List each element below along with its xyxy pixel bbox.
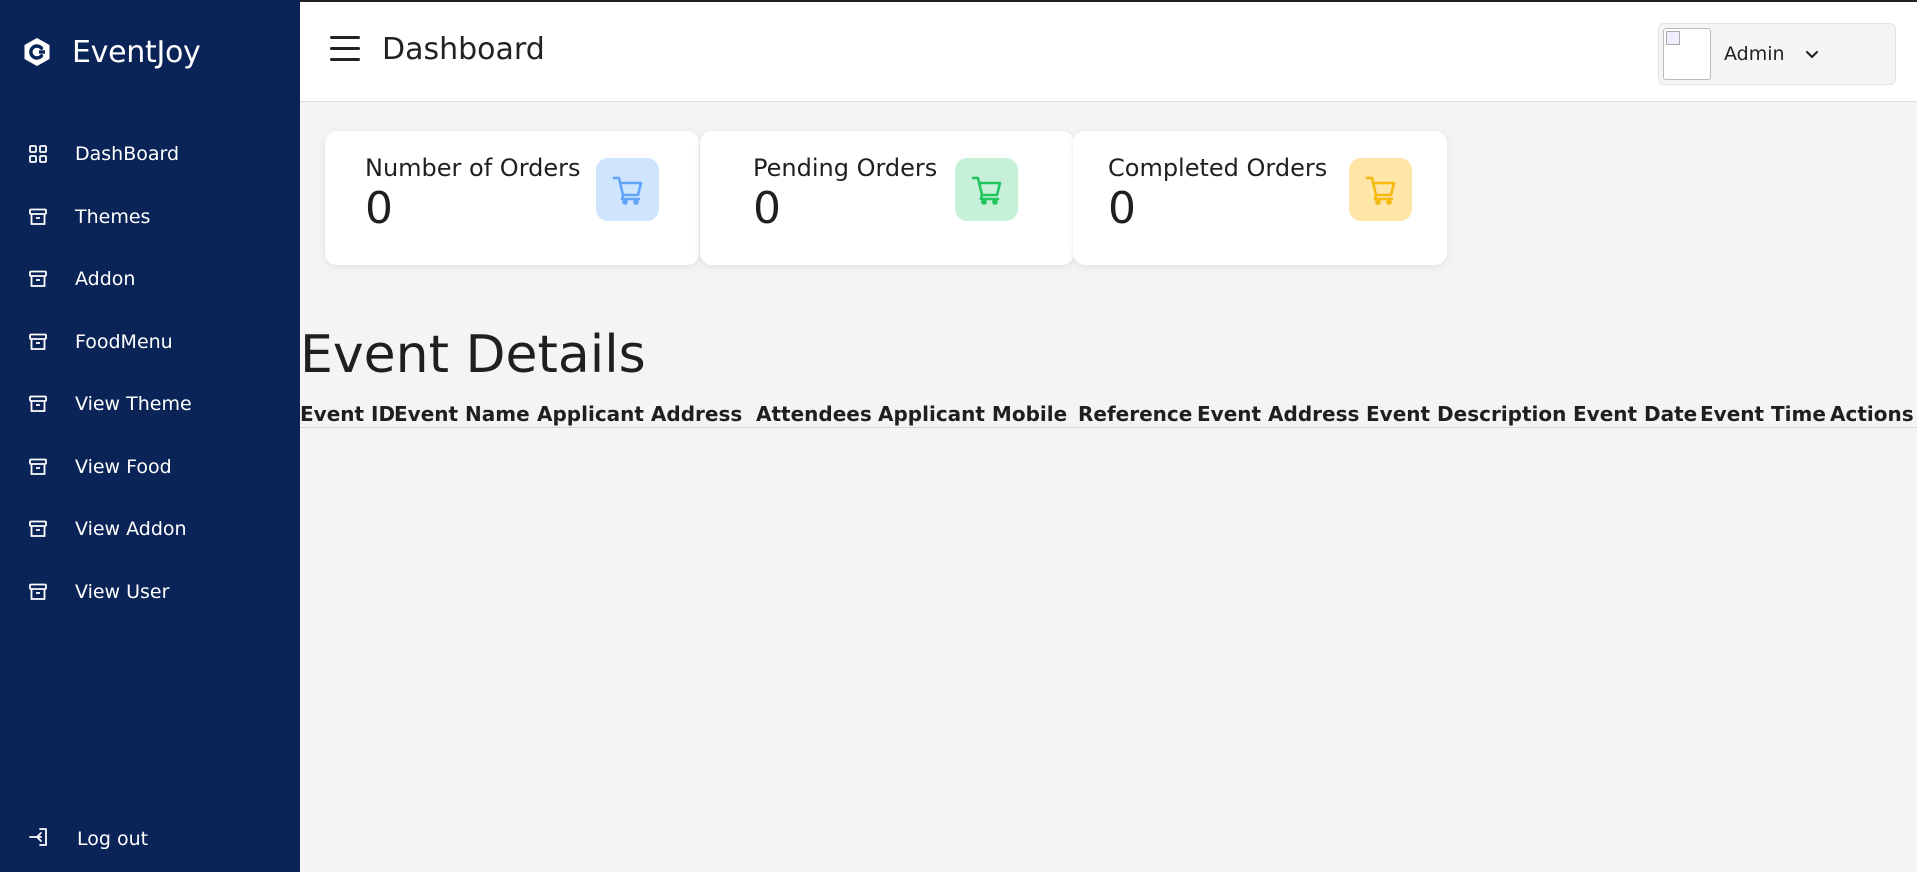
- grid-icon: [28, 144, 48, 164]
- page-title: Dashboard: [382, 32, 545, 67]
- sidebar: EventJoy DashBoard Themes Addon FoodMenu…: [0, 0, 300, 872]
- stat-card-value: 0: [1108, 183, 1136, 234]
- cart-icon-box: [955, 158, 1018, 221]
- stat-card-title: Number of Orders: [365, 154, 581, 182]
- column-header-event-description[interactable]: Event Description: [1366, 402, 1566, 426]
- user-name: Admin: [1724, 43, 1785, 65]
- cart-icon: [971, 176, 1001, 205]
- sidebar-item-themes[interactable]: Themes: [0, 186, 300, 249]
- brand-name: EventJoy: [72, 34, 201, 70]
- logout-label: Log out: [77, 828, 149, 850]
- column-header-reference[interactable]: Reference: [1078, 402, 1192, 426]
- column-header-attendees[interactable]: Attendees: [756, 402, 872, 426]
- archive-icon: [28, 457, 48, 477]
- cart-icon-box: [596, 158, 659, 221]
- stat-card-value: 0: [365, 183, 393, 234]
- chevron-down-icon: [1805, 51, 1818, 58]
- sidebar-item-label: View User: [75, 580, 170, 603]
- archive-icon: [28, 394, 48, 414]
- sidebar-item-label: View Theme: [75, 393, 192, 416]
- stat-card-pending-orders: Pending Orders 0: [700, 131, 1074, 265]
- hamburger-line: [330, 36, 360, 39]
- stat-card-title: Completed Orders: [1108, 154, 1328, 182]
- column-header-event-time[interactable]: Event Time: [1700, 402, 1826, 426]
- archive-icon: [28, 332, 48, 352]
- column-header-applicant-mobile[interactable]: Applicant Mobile: [878, 402, 1067, 426]
- archive-icon: [28, 207, 48, 227]
- column-header-applicant-address[interactable]: Applicant Address: [537, 402, 742, 426]
- sidebar-item-view-user[interactable]: View User: [0, 561, 300, 624]
- sidebar-item-dashboard[interactable]: DashBoard: [0, 123, 300, 186]
- stat-card-value: 0: [753, 183, 781, 234]
- sidebar-item-label: View Food: [75, 455, 172, 478]
- brand[interactable]: EventJoy: [22, 32, 201, 72]
- archive-icon: [28, 582, 48, 602]
- event-table-header: Event ID Event Name Applicant Address At…: [300, 396, 1917, 428]
- hamburger-menu-button[interactable]: [330, 36, 362, 64]
- stat-card-completed-orders: Completed Orders 0: [1073, 131, 1447, 265]
- stat-card-number-of-orders: Number of Orders 0: [325, 131, 699, 265]
- cart-icon-box: [1349, 158, 1412, 221]
- logout-icon: [28, 826, 50, 852]
- event-details-title: Event Details: [300, 325, 646, 385]
- sidebar-item-label: Themes: [75, 205, 151, 228]
- archive-icon: [28, 269, 48, 289]
- stat-card-title: Pending Orders: [753, 154, 938, 182]
- sidebar-item-label: DashBoard: [75, 143, 180, 166]
- column-header-actions[interactable]: Actions: [1830, 402, 1914, 426]
- user-menu-dropdown[interactable]: Admin: [1658, 23, 1896, 85]
- top-header: Dashboard Admin: [300, 2, 1917, 102]
- cart-icon: [1365, 176, 1395, 205]
- sidebar-item-view-theme[interactable]: View Theme: [0, 373, 300, 436]
- column-header-event-name[interactable]: Event Name: [394, 402, 530, 426]
- sidebar-item-view-food[interactable]: View Food: [0, 436, 300, 499]
- column-header-event-id[interactable]: Event ID: [300, 402, 395, 426]
- avatar: [1663, 28, 1711, 80]
- brand-c-icon: [24, 38, 50, 66]
- column-header-event-date[interactable]: Event Date: [1573, 402, 1697, 426]
- sidebar-item-label: FoodMenu: [75, 330, 173, 353]
- sidebar-item-foodmenu[interactable]: FoodMenu: [0, 311, 300, 374]
- hamburger-line: [330, 47, 360, 50]
- cart-icon: [612, 176, 642, 205]
- archive-icon: [28, 519, 48, 539]
- sidebar-item-view-addon[interactable]: View Addon: [0, 498, 300, 561]
- sidebar-item-addon[interactable]: Addon: [0, 248, 300, 311]
- hamburger-line: [330, 58, 360, 61]
- sidebar-nav: DashBoard Themes Addon FoodMenu View The…: [0, 123, 300, 623]
- logout-button[interactable]: Log out: [0, 808, 300, 870]
- column-header-event-address[interactable]: Event Address: [1197, 402, 1359, 426]
- sidebar-item-label: View Addon: [75, 518, 187, 541]
- sidebar-item-label: Addon: [75, 268, 136, 291]
